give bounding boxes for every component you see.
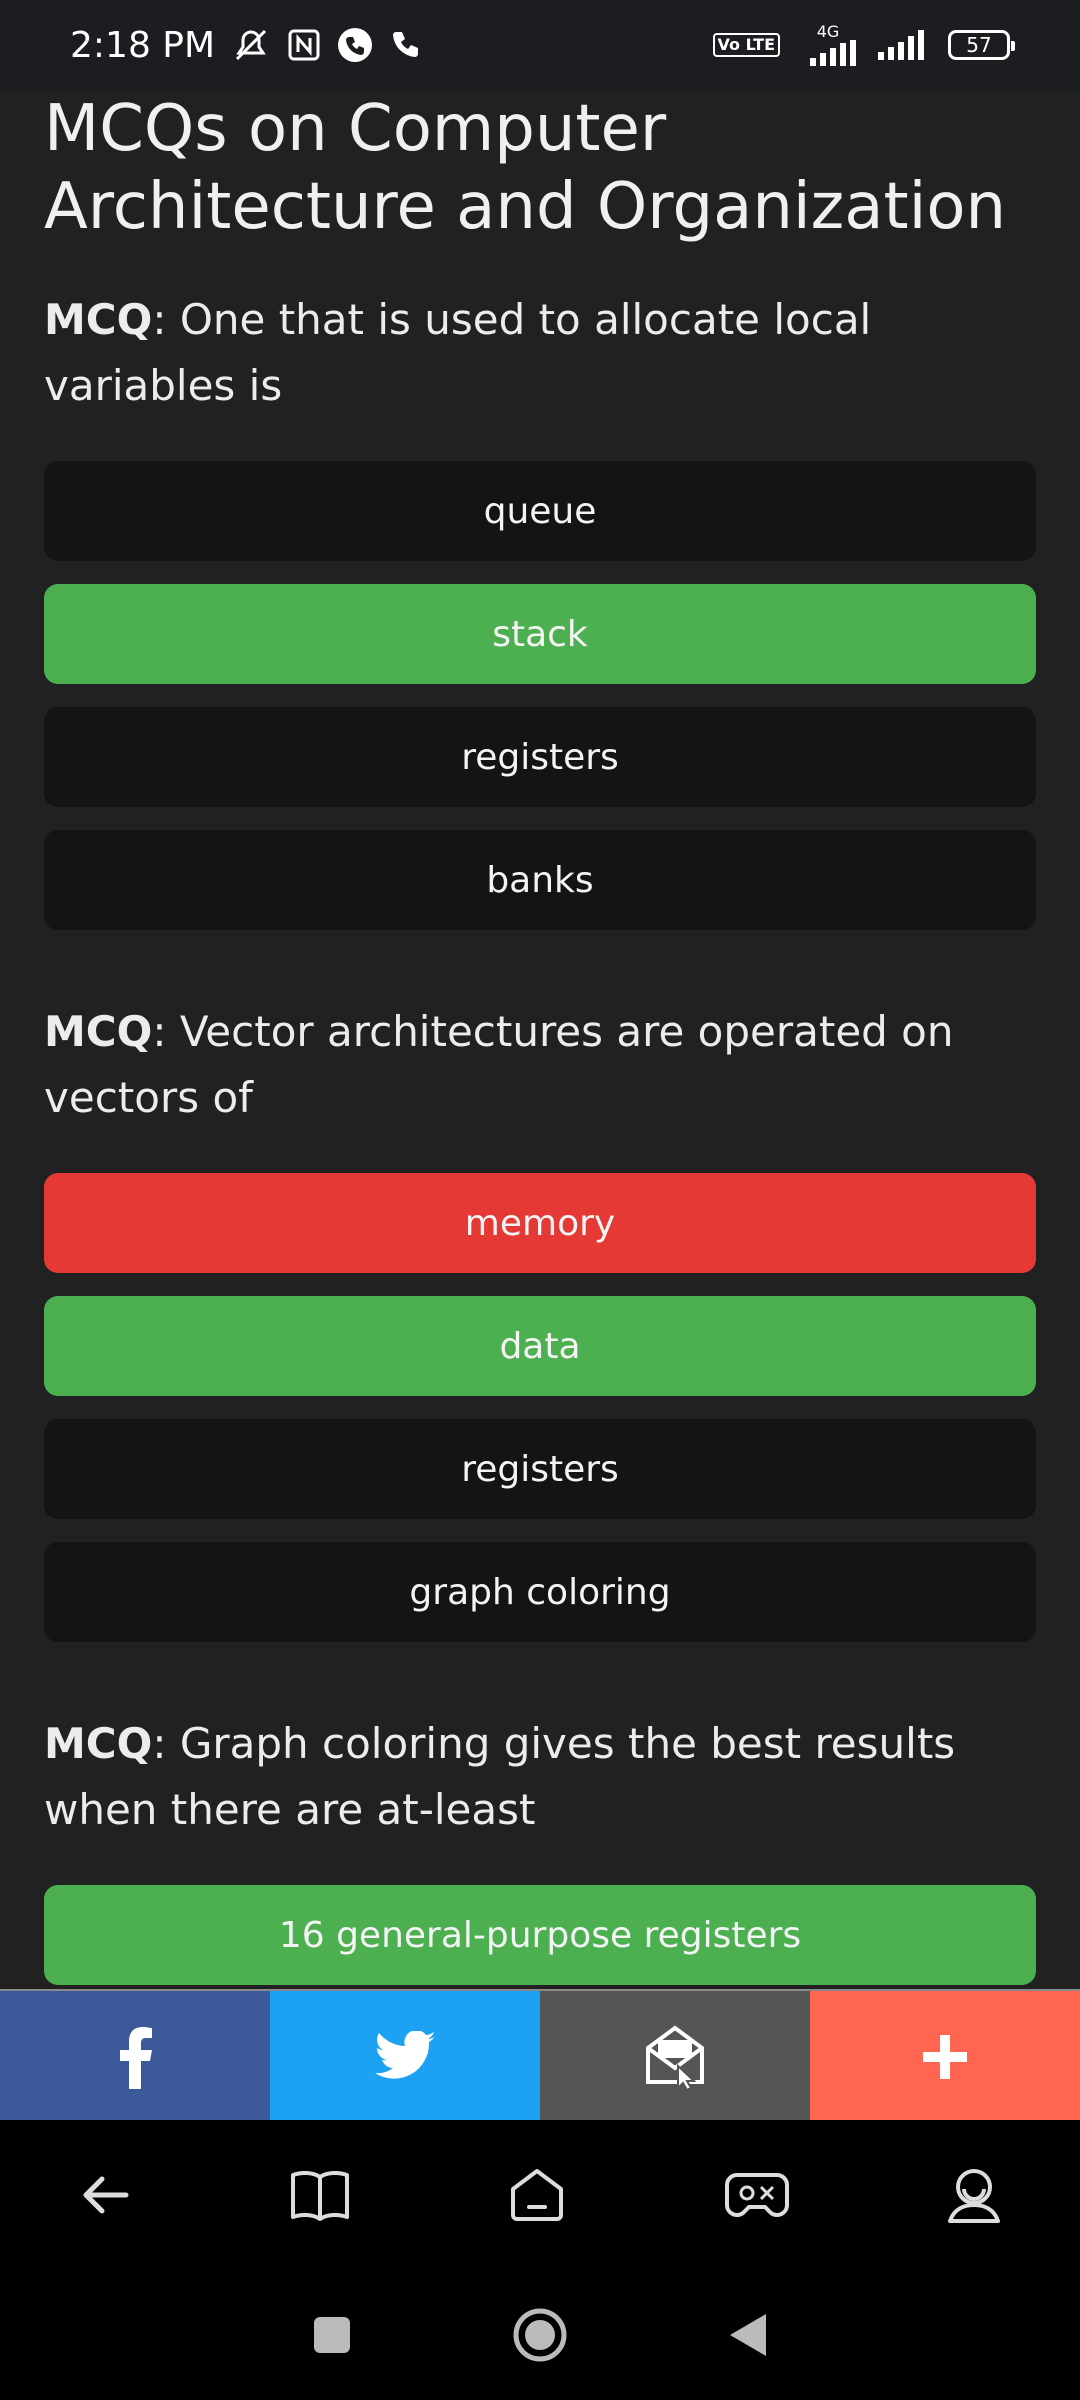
phone-icon <box>389 29 421 61</box>
book-icon[interactable] <box>289 2167 351 2223</box>
facebook-icon <box>120 2026 152 2089</box>
home-circle-icon[interactable] <box>512 2307 568 2363</box>
option-q2-4[interactable]: graph coloring <box>44 1542 1036 1642</box>
option-q2-2[interactable]: data <box>44 1296 1036 1396</box>
call-icon <box>337 27 373 63</box>
question-3: MCQ: Graph coloring gives the best resul… <box>44 1711 1036 1843</box>
signal-icon <box>810 40 856 66</box>
back-arrow-icon[interactable] <box>78 2167 134 2223</box>
mcq-label: MCQ <box>44 1007 153 1056</box>
option-q1-1[interactable]: queue <box>44 461 1036 561</box>
more-share-button[interactable] <box>810 1991 1080 2122</box>
network-type: 4G <box>816 22 840 41</box>
page-title: MCQs on Computer Architecture and Organi… <box>44 92 1007 244</box>
nfc-icon <box>287 28 321 62</box>
option-q3-1[interactable]: 16 general-purpose registers <box>44 1885 1036 1985</box>
mute-icon <box>231 27 271 63</box>
option-q1-3[interactable]: registers <box>44 707 1036 807</box>
signal-icon <box>878 30 924 60</box>
share-bar <box>0 1989 1080 2122</box>
system-nav-bar <box>0 2270 1080 2400</box>
status-bar: 2:18 PM Vo LTE 4G 57 <box>0 0 1080 90</box>
mcq-label: MCQ <box>44 1719 153 1768</box>
profile-icon[interactable] <box>946 2165 1002 2225</box>
volte-badge: Vo LTE <box>712 33 780 57</box>
question-text: : Vector architectures are operated on v… <box>44 1007 954 1122</box>
mcq-label: MCQ <box>44 295 153 344</box>
home-icon[interactable] <box>507 2165 567 2225</box>
recents-square-icon[interactable] <box>312 2315 352 2355</box>
email-icon <box>646 2025 704 2090</box>
battery-indicator: 57 <box>948 30 1015 60</box>
facebook-share-button[interactable] <box>0 1991 270 2122</box>
question-text: : Graph coloring gives the best results … <box>44 1719 956 1834</box>
network-indicator: 4G <box>796 24 860 66</box>
option-q2-1[interactable]: memory <box>44 1173 1036 1273</box>
option-q1-4[interactable]: banks <box>44 830 1036 930</box>
option-q2-3[interactable]: registers <box>44 1419 1036 1519</box>
gamepad-icon[interactable] <box>723 2167 791 2223</box>
app-bottom-nav <box>0 2120 1080 2270</box>
back-triangle-icon[interactable] <box>728 2312 768 2358</box>
twitter-icon <box>375 2030 435 2079</box>
plus-icon <box>923 2034 967 2079</box>
question-1: MCQ: One that is used to allocate local … <box>44 287 1036 419</box>
twitter-share-button[interactable] <box>270 1991 540 2122</box>
email-share-button[interactable] <box>540 1991 810 2122</box>
option-q1-2[interactable]: stack <box>44 584 1036 684</box>
clock: 2:18 PM <box>70 24 216 66</box>
status-right: Vo LTE 4G 57 <box>712 24 1015 66</box>
question-2: MCQ: Vector architectures are operated o… <box>44 999 1036 1131</box>
status-left: 2:18 PM <box>70 25 421 66</box>
question-text: : One that is used to allocate local var… <box>44 295 872 410</box>
